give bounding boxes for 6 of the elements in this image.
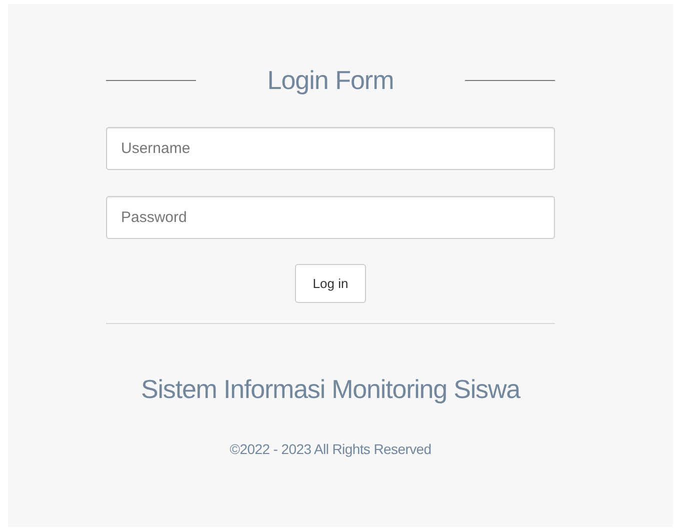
form-title: Login Form	[267, 64, 394, 96]
input-field[interactable]: Password	[106, 196, 555, 239]
app-name: Sistem Informasi Monitoring Siswa	[140, 374, 522, 405]
copyright-text: ©2022 - 2023 All Rights Reserved	[228, 441, 432, 457]
login-button[interactable]: Log in	[295, 264, 366, 303]
input-field[interactable]: Username	[106, 127, 555, 170]
